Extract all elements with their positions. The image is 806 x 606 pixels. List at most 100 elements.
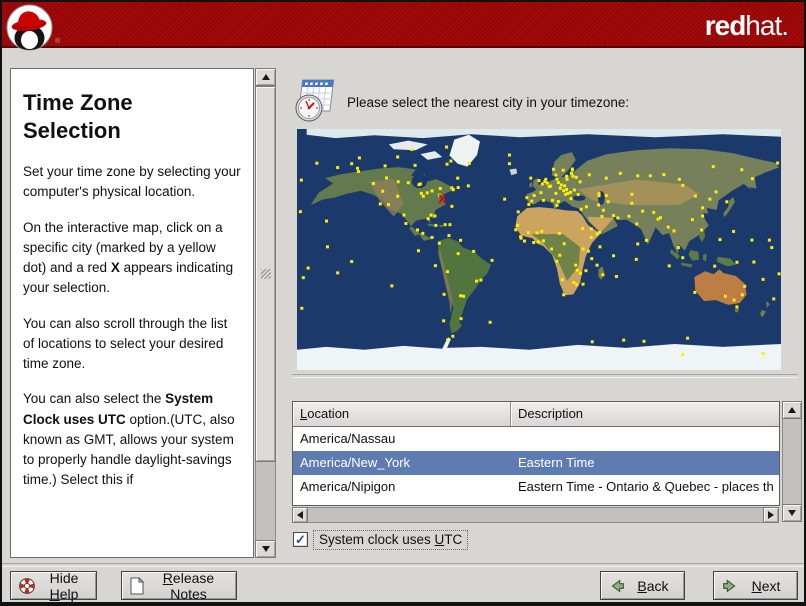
city-dot[interactable] [529, 176, 533, 180]
table-row[interactable]: America/New_York Eastern Time [293, 451, 779, 475]
city-dot[interactable] [535, 231, 539, 235]
city-dot[interactable] [752, 260, 756, 264]
city-dot[interactable] [558, 186, 562, 190]
city-dot[interactable] [350, 260, 354, 264]
city-dot[interactable] [743, 284, 747, 288]
city-dot[interactable] [590, 257, 594, 261]
city-dot[interactable] [581, 282, 585, 286]
city-dot[interactable] [667, 264, 671, 268]
city-dot[interactable] [658, 216, 662, 220]
city-dot[interactable] [575, 268, 579, 272]
city-dot[interactable] [601, 208, 605, 212]
table-scroll-up-button[interactable] [782, 401, 802, 419]
city-dot[interactable] [336, 271, 340, 275]
city-dot[interactable] [690, 218, 694, 222]
city-dot[interactable] [718, 238, 722, 242]
city-dot[interactable] [532, 241, 536, 245]
city-dot[interactable] [447, 234, 451, 238]
city-dot[interactable] [378, 202, 382, 206]
city-dot[interactable] [532, 194, 536, 198]
city-dot[interactable] [298, 210, 302, 214]
city-dot[interactable] [558, 253, 562, 257]
city-dot[interactable] [325, 219, 329, 223]
city-dot[interactable] [600, 214, 604, 218]
table-scroll-down-button[interactable] [782, 504, 802, 522]
city-dot[interactable] [770, 246, 774, 250]
city-dot[interactable] [761, 277, 765, 281]
city-dot[interactable] [456, 176, 460, 180]
city-dot[interactable] [421, 194, 425, 198]
city-dot[interactable] [545, 181, 549, 185]
city-dot[interactable] [571, 174, 575, 178]
city-dot[interactable] [595, 263, 599, 267]
city-dot[interactable] [433, 214, 437, 218]
city-dot[interactable] [429, 213, 433, 217]
city-dot[interactable] [437, 241, 441, 245]
city-dot[interactable] [386, 203, 390, 207]
city-dot[interactable] [601, 273, 605, 277]
city-dot[interactable] [556, 181, 560, 184]
city-dot[interactable] [459, 294, 463, 298]
city-dot[interactable] [574, 263, 578, 267]
city-dot[interactable] [563, 184, 567, 188]
city-dot[interactable] [634, 257, 638, 261]
hide-help-button[interactable]: Hide Help [10, 570, 97, 602]
city-dot[interactable] [693, 290, 697, 294]
city-dot[interactable] [410, 147, 414, 151]
city-dot[interactable] [446, 270, 450, 274]
city-dot[interactable] [404, 221, 408, 225]
city-dot[interactable] [396, 155, 400, 159]
city-dot[interactable] [564, 192, 568, 196]
city-dot[interactable] [648, 174, 652, 178]
city-dot[interactable] [604, 194, 608, 198]
city-dot[interactable] [450, 186, 454, 190]
city-dot[interactable] [627, 214, 631, 218]
city-dot[interactable] [325, 245, 329, 249]
city-dot[interactable] [467, 161, 471, 165]
city-dot[interactable] [396, 194, 400, 198]
city-dot[interactable] [565, 174, 569, 178]
city-dot[interactable] [472, 249, 476, 253]
city-dot[interactable] [574, 175, 578, 179]
city-dot[interactable] [390, 284, 394, 288]
city-dot[interactable] [445, 145, 449, 149]
city-dot[interactable] [550, 247, 554, 251]
city-dot[interactable] [641, 209, 645, 213]
city-dot[interactable] [740, 168, 744, 172]
city-dot[interactable] [606, 200, 610, 204]
timezone-map[interactable]: X [297, 129, 781, 370]
city-dot[interactable] [635, 222, 639, 226]
help-scroll-up-button[interactable] [255, 68, 276, 86]
city-dot[interactable] [589, 227, 593, 231]
city-dot[interactable] [569, 171, 573, 175]
city-dot[interactable] [451, 334, 455, 338]
city-dot[interactable] [644, 238, 648, 242]
city-dot[interactable] [430, 235, 434, 239]
city-dot[interactable] [446, 338, 450, 342]
city-dot[interactable] [612, 254, 616, 258]
city-dot[interactable] [416, 249, 420, 253]
city-dot[interactable] [767, 238, 771, 242]
city-dot[interactable] [306, 266, 310, 270]
city-dot[interactable] [526, 231, 530, 235]
city-dot[interactable] [586, 249, 590, 253]
city-dot[interactable] [419, 191, 423, 195]
city-dot[interactable] [735, 260, 739, 264]
city-dot[interactable] [750, 238, 754, 242]
city-dot[interactable] [686, 336, 690, 340]
city-dot[interactable] [618, 171, 622, 175]
city-dot[interactable] [750, 177, 754, 181]
city-dot[interactable] [466, 184, 470, 188]
city-dot[interactable] [450, 204, 454, 208]
city-dot[interactable] [443, 223, 447, 227]
timezone-table[interactable]: Location Description America/Nassau Ameri… [292, 401, 780, 506]
city-dot[interactable] [488, 320, 492, 324]
city-dot[interactable] [527, 202, 531, 206]
city-dot[interactable] [584, 269, 588, 273]
city-dot[interactable] [597, 230, 602, 234]
utc-checkbox-label[interactable]: System clock uses UTC [313, 530, 469, 550]
city-dot[interactable] [614, 274, 618, 278]
city-dot[interactable] [622, 338, 626, 342]
city-dot[interactable] [676, 246, 680, 250]
city-dot[interactable] [616, 216, 620, 220]
